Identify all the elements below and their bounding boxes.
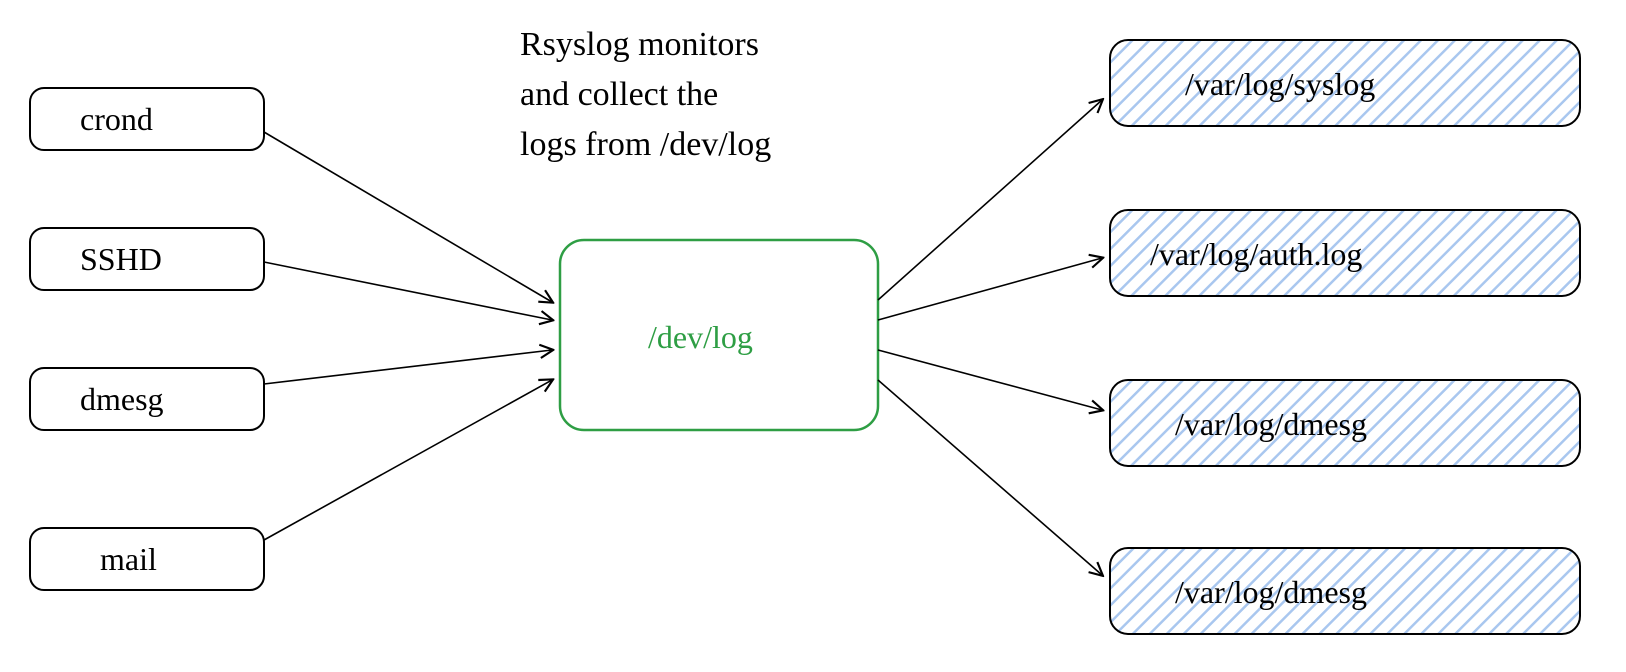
arrow-mail-devlog — [264, 380, 552, 540]
arrow-devlog-syslog — [878, 100, 1102, 300]
annotation-line-3: logs from /dev/log — [520, 126, 771, 163]
arrow-devlog-dmesg2 — [878, 380, 1102, 575]
dest-dmesg-1-label: /var/log/dmesg — [1175, 406, 1367, 442]
source-dmesg-label: dmesg — [80, 381, 164, 417]
annotation-line-1: Rsyslog monitors — [520, 26, 759, 63]
dest-syslog-label: /var/log/syslog — [1185, 66, 1375, 102]
arrow-dmesg-devlog — [264, 350, 552, 384]
arrow-crond-devlog — [264, 132, 552, 302]
source-sshd-label: SSHD — [80, 241, 162, 277]
source-mail: mail — [30, 528, 264, 590]
dest-dmesg-2: /var/log/dmesg — [1110, 548, 1580, 634]
source-sshd: SSHD — [30, 228, 264, 290]
arrow-sshd-devlog — [264, 262, 552, 320]
center-devlog-label: /dev/log — [648, 319, 753, 355]
dest-dmesg-2-label: /var/log/dmesg — [1175, 574, 1367, 610]
source-dmesg: dmesg — [30, 368, 264, 430]
dest-authlog-label: /var/log/auth.log — [1150, 236, 1362, 272]
annotation-line-2: and collect the — [520, 76, 718, 113]
source-mail-label: mail — [100, 541, 157, 577]
dest-dmesg-1: /var/log/dmesg — [1110, 380, 1580, 466]
center-devlog: /dev/log — [560, 240, 878, 430]
source-crond: crond — [30, 88, 264, 150]
arrow-devlog-dmesg1 — [878, 350, 1102, 410]
arrow-devlog-authlog — [878, 258, 1102, 320]
dest-syslog: /var/log/syslog — [1110, 40, 1580, 126]
source-crond-label: crond — [80, 101, 153, 137]
dest-authlog: /var/log/auth.log — [1110, 210, 1580, 296]
rsyslog-diagram: Rsyslog monitors and collect the logs fr… — [0, 0, 1626, 672]
